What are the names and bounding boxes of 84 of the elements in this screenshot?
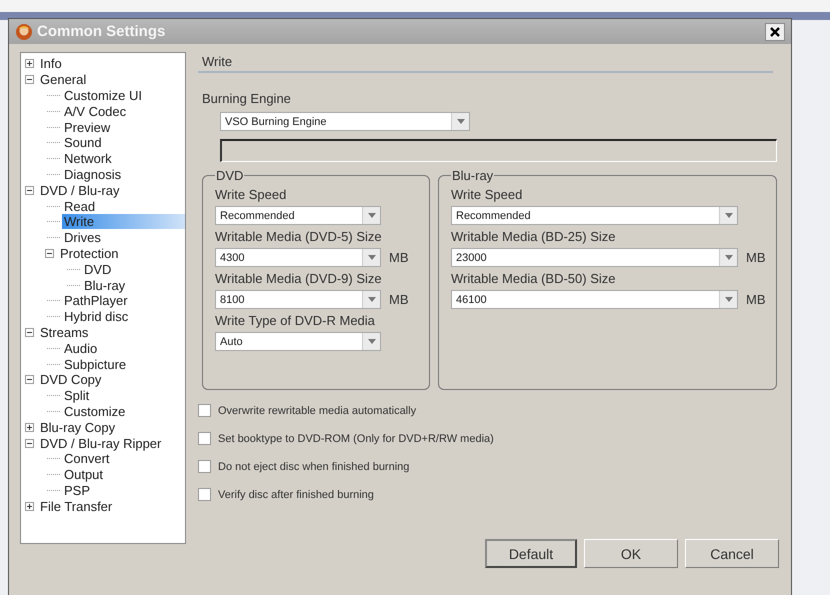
dialog-button[interactable]: Cancel bbox=[685, 539, 779, 568]
caret-icon bbox=[719, 291, 737, 308]
checkbox-label: Do not eject disc when finished burning bbox=[218, 460, 410, 472]
unit-label: MB bbox=[746, 250, 766, 265]
group-title: DVD bbox=[215, 168, 244, 183]
tree-item[interactable]: Blu-ray Copy bbox=[38, 420, 118, 435]
dialog-button[interactable]: OK bbox=[584, 539, 678, 568]
window-title: Common Settings bbox=[37, 23, 166, 40]
tree-item[interactable]: Sound bbox=[62, 135, 104, 150]
dropdown[interactable]: 4300 bbox=[215, 248, 381, 267]
page-title: Write bbox=[198, 52, 773, 73]
tree-item[interactable]: DVD Copy bbox=[38, 372, 104, 388]
tree-item[interactable]: Diagnosis bbox=[62, 166, 124, 182]
checkbox[interactable] bbox=[198, 488, 211, 501]
checkbox-label: Set booktype to DVD-ROM (Only for DVD+R/RW media) bbox=[218, 432, 494, 444]
expander-icon[interactable] bbox=[25, 59, 34, 68]
dropdown[interactable]: Recommended bbox=[451, 206, 738, 225]
checkbox[interactable] bbox=[198, 404, 211, 417]
dropdown[interactable]: Recommended bbox=[215, 206, 381, 225]
tree-item[interactable]: PathPlayer bbox=[62, 293, 130, 308]
unit-label: MB bbox=[389, 250, 408, 265]
expander-icon[interactable] bbox=[25, 438, 34, 448]
caret-icon bbox=[362, 291, 380, 308]
checkbox[interactable] bbox=[198, 432, 211, 445]
dropdown[interactable]: 46100 bbox=[451, 290, 738, 309]
tree-item[interactable]: Convert bbox=[62, 451, 112, 466]
checkbox[interactable] bbox=[198, 460, 211, 473]
field-label: Write Type of DVD-R Media bbox=[215, 313, 376, 328]
tree-item[interactable]: Preview bbox=[62, 120, 112, 135]
tree-item[interactable]: Network bbox=[62, 151, 114, 166]
caret-icon bbox=[362, 249, 380, 266]
unit-label: MB bbox=[746, 292, 766, 307]
dropdown[interactable]: 8100 bbox=[215, 290, 381, 309]
dropdown[interactable]: 23000 bbox=[451, 248, 738, 267]
tree-item[interactable]: DVD bbox=[82, 262, 114, 277]
expander-icon[interactable] bbox=[45, 248, 54, 258]
caret-icon bbox=[451, 113, 469, 130]
caret-icon bbox=[362, 333, 380, 350]
tree-item[interactable]: A/V Codec bbox=[62, 104, 128, 119]
tree-item[interactable]: Protection bbox=[58, 246, 121, 261]
tree-item[interactable]: Hybrid disc bbox=[62, 309, 130, 324]
tree-item[interactable]: Read bbox=[62, 198, 98, 214]
field-label: Writable Media (DVD-5) Size bbox=[215, 229, 383, 244]
field-label: Write Speed bbox=[451, 187, 524, 202]
expander-icon[interactable] bbox=[25, 75, 34, 84]
tree-item[interactable]: DVD / Blu-ray bbox=[38, 182, 122, 198]
caret-icon bbox=[362, 207, 380, 224]
expander-icon[interactable] bbox=[25, 502, 34, 511]
field-label: Writable Media (DVD-9) Size bbox=[215, 271, 383, 286]
field-label: Writable Media (BD-25) Size bbox=[451, 229, 616, 244]
field-label: Burning Engine bbox=[202, 91, 292, 106]
tree-item[interactable]: File Transfer bbox=[38, 498, 114, 514]
expander-icon[interactable] bbox=[25, 328, 34, 337]
checkbox-label: Overwrite rewritable media automatically bbox=[218, 404, 416, 416]
caret-icon bbox=[719, 249, 737, 266]
tree-item[interactable]: Split bbox=[62, 388, 92, 404]
tree-item[interactable]: Audio bbox=[62, 340, 100, 356]
tree-item[interactable]: Drives bbox=[62, 230, 103, 246]
tree-item[interactable]: DVD / Blu-ray Ripper bbox=[38, 436, 164, 451]
tree-item[interactable]: Subpicture bbox=[62, 356, 128, 372]
field-label: Writable Media (BD-50) Size bbox=[451, 271, 616, 286]
caret-icon bbox=[719, 207, 737, 224]
tree-item[interactable]: Write bbox=[62, 214, 185, 230]
app-icon bbox=[15, 22, 33, 40]
field-label: Write Speed bbox=[215, 187, 288, 202]
dialog-button[interactable]: Default bbox=[485, 539, 577, 568]
tree-item[interactable]: Info bbox=[38, 56, 64, 72]
checkbox-label: Verify disc after finished burning bbox=[218, 488, 374, 500]
tree-item[interactable]: Streams bbox=[38, 324, 90, 340]
tree-item[interactable]: Customize UI bbox=[62, 88, 144, 103]
expander-icon[interactable] bbox=[25, 422, 34, 432]
tree-item[interactable]: Output bbox=[62, 467, 106, 482]
tree-item[interactable]: PSP bbox=[62, 482, 92, 498]
group-title: Blu-ray bbox=[451, 168, 494, 183]
expander-icon[interactable] bbox=[25, 375, 34, 384]
tree-item[interactable]: Blu-ray bbox=[82, 278, 128, 293]
unit-label: MB bbox=[389, 292, 408, 307]
dropdown[interactable]: Auto bbox=[215, 332, 381, 351]
expander-icon[interactable] bbox=[25, 186, 34, 195]
tree-item[interactable]: Customize bbox=[62, 404, 128, 419]
tree-item[interactable]: General bbox=[38, 72, 88, 88]
dropdown[interactable]: VSO Burning Engine bbox=[220, 112, 470, 131]
close-icon bbox=[770, 26, 780, 36]
close-button[interactable] bbox=[765, 22, 785, 40]
